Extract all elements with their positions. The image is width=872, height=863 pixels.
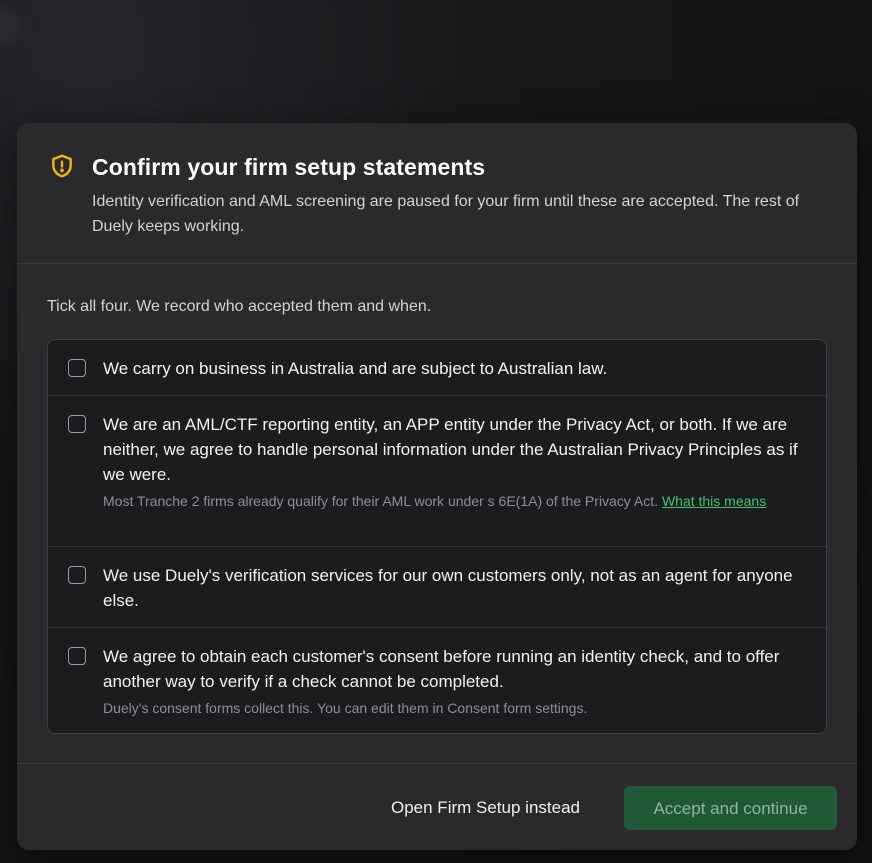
statement-checkbox[interactable] — [68, 566, 86, 584]
what-this-means-link[interactable]: What this means — [662, 493, 766, 509]
background-blur — [0, 8, 20, 44]
statement-item: We are an AML/CTF reporting entity, an A… — [48, 396, 826, 547]
statement-text: We carry on business in Australia and ar… — [103, 359, 608, 378]
instruction-text: Tick all four. We record who accepted th… — [47, 298, 432, 315]
statement-text: We use Duely's verification services for… — [103, 566, 793, 610]
statement-text: We are an AML/CTF reporting entity, an A… — [103, 415, 798, 484]
statement-item: We agree to obtain each customer's conse… — [48, 628, 826, 733]
dialog-title: Confirm your firm setup statements — [92, 154, 486, 180]
statement-note: Duely's consent forms collect this. You … — [103, 700, 588, 716]
dialog-subtitle: Identity verification and AML screening … — [92, 193, 800, 235]
firm-setup-dialog: Confirm your firm setup statements Ident… — [17, 123, 857, 850]
statement-item: We carry on business in Australia and ar… — [48, 340, 826, 396]
accept-and-continue-button[interactable]: Accept and continue — [624, 786, 837, 830]
dialog-header: Confirm your firm setup statements Ident… — [17, 123, 857, 264]
dialog-footer: Open Firm Setup instead Accept and conti… — [17, 763, 857, 850]
statement-text: We agree to obtain each customer's conse… — [103, 647, 780, 691]
statement-checkbox[interactable] — [68, 415, 86, 433]
shield-alert-icon — [52, 154, 72, 178]
statement-note: Most Tranche 2 firms already qualify for… — [103, 491, 803, 511]
statement-checkbox[interactable] — [68, 647, 86, 665]
statement-item: We use Duely's verification services for… — [48, 547, 826, 628]
open-firm-setup-button[interactable]: Open Firm Setup instead — [377, 786, 594, 830]
statement-note-text: Most Tranche 2 firms already qualify for… — [103, 493, 659, 509]
statement-list: We carry on business in Australia and ar… — [47, 339, 827, 734]
statement-checkbox[interactable] — [68, 359, 86, 377]
